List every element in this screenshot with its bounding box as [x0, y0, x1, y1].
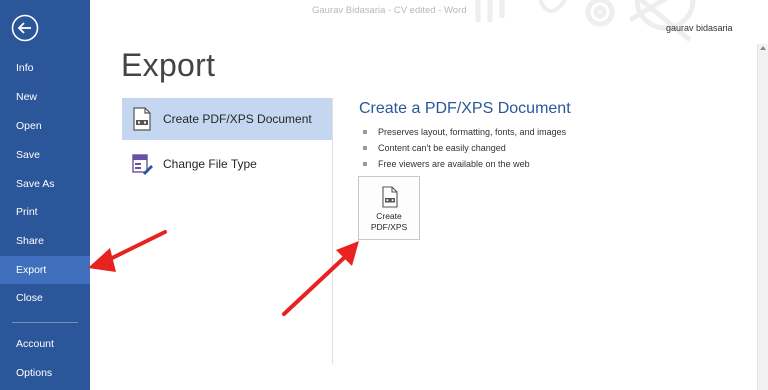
sidebar-item-save-as[interactable]: Save As: [0, 170, 90, 198]
option-create-pdf-xps[interactable]: Create PDF/XPS Document: [122, 98, 332, 140]
sidebar-item-open[interactable]: Open: [0, 112, 90, 140]
back-arrow-icon[interactable]: [11, 14, 39, 42]
sidebar-item-options[interactable]: Options: [0, 359, 90, 387]
bullet-icon: [363, 146, 367, 150]
detail-heading: Create a PDF/XPS Document: [359, 100, 571, 117]
vertical-scrollbar[interactable]: [757, 44, 768, 390]
sidebar-item-print[interactable]: Print: [0, 198, 90, 226]
sidebar-item-export[interactable]: Export: [0, 256, 90, 284]
pdf-document-icon: [133, 107, 151, 131]
sidebar-item-close[interactable]: Close: [0, 284, 90, 312]
list-item: Preserves layout, formatting, fonts, and…: [362, 124, 566, 140]
sidebar-item-save[interactable]: Save: [0, 141, 90, 169]
create-button-label: Create PDF/XPS: [370, 211, 408, 232]
backstage-sidebar: Info New Open Save Save As Print Share E…: [0, 0, 90, 390]
arrow-to-create-button-icon: [282, 241, 359, 316]
sidebar-item-new[interactable]: New: [0, 83, 90, 111]
sidebar-item-info[interactable]: Info: [0, 54, 90, 82]
change-file-type-icon: [132, 154, 153, 175]
arrow-to-export-icon: [88, 230, 167, 272]
bullet-icon: [363, 162, 367, 166]
user-account-name[interactable]: gaurav bidasaria: [666, 23, 733, 33]
scroll-up-arrow-icon[interactable]: [760, 46, 766, 50]
list-item: Free viewers are available on the web: [362, 156, 566, 172]
option-label: Create PDF/XPS Document: [163, 112, 312, 126]
create-pdf-xps-button[interactable]: Create PDF/XPS: [358, 176, 420, 240]
feature-list: Preserves layout, formatting, fonts, and…: [362, 124, 566, 172]
sidebar-separator: [12, 322, 78, 323]
list-item: Content can't be easily changed: [362, 140, 566, 156]
bullet-icon: [363, 130, 367, 134]
window-title: Gaurav Bidasaria - CV edited - Word: [312, 5, 467, 16]
page-title: Export: [121, 47, 216, 83]
sidebar-item-account[interactable]: Account: [0, 330, 90, 358]
option-change-file-type[interactable]: Change File Type: [122, 143, 332, 185]
sidebar-item-share[interactable]: Share: [0, 227, 90, 255]
panel-divider: [332, 98, 333, 364]
option-label: Change File Type: [163, 157, 257, 171]
pdf-xps-icon: [382, 186, 398, 208]
